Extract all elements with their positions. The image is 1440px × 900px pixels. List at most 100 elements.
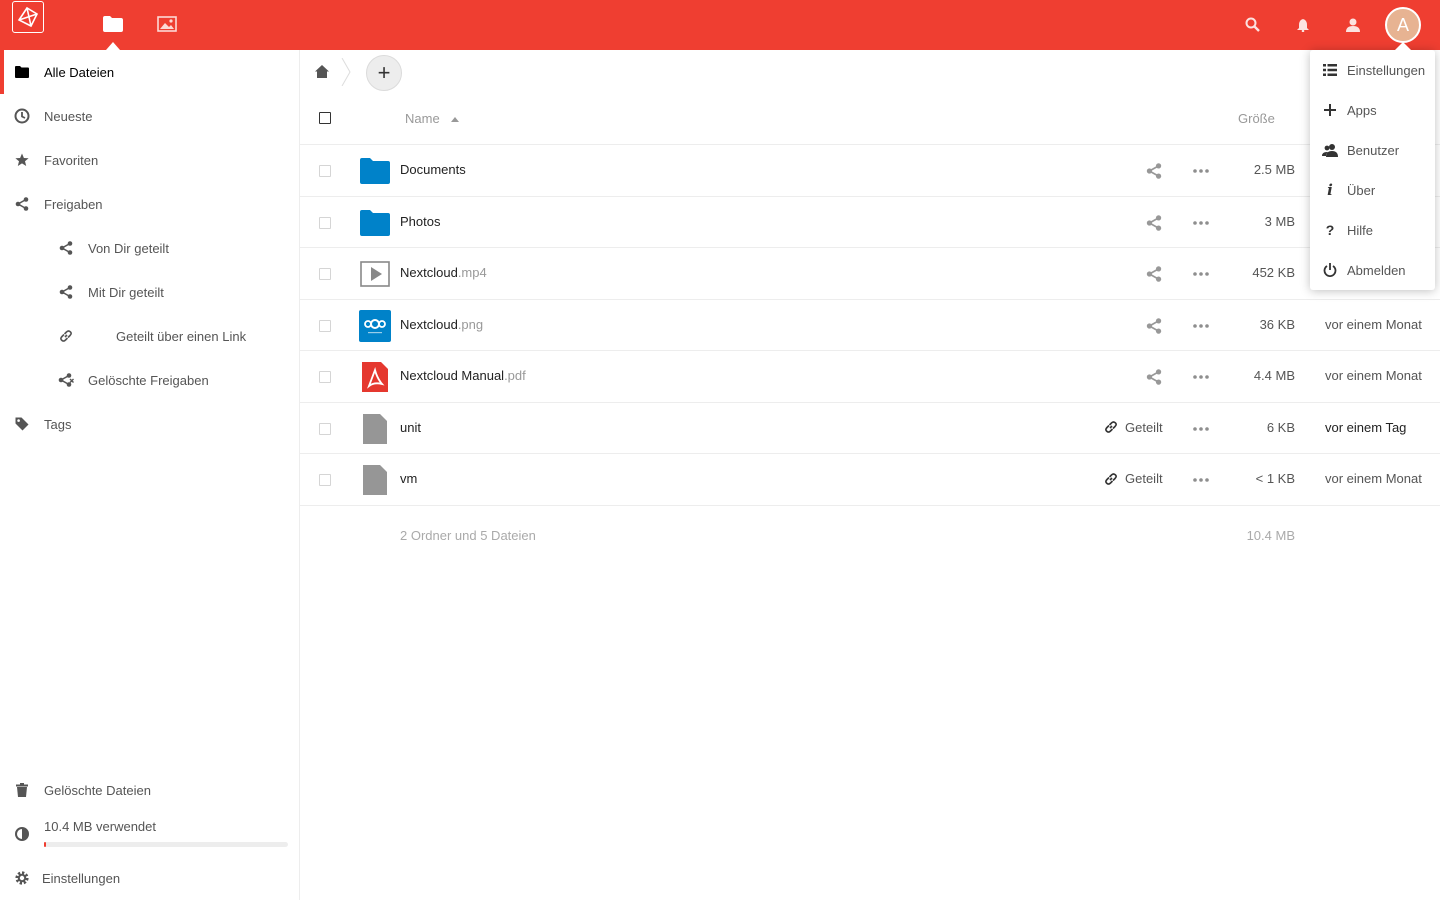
sidebar: Alle Dateien Neueste Favoriten Freigaben…: [0, 50, 300, 900]
shared-link-button[interactable]: Geteilt: [1104, 420, 1163, 435]
menu-item-logout[interactable]: Abmelden: [1310, 250, 1435, 290]
menu-item-label: Abmelden: [1347, 262, 1406, 278]
link-icon: [1104, 472, 1118, 486]
row-checkbox[interactable]: [319, 474, 331, 486]
share-icon[interactable]: [1146, 369, 1162, 385]
file-size: 452 KB: [1252, 265, 1295, 280]
table-row[interactable]: Photos 3 MB: [300, 197, 1440, 248]
table-row[interactable]: vm Geteilt < 1 KB vor einem Monat: [300, 454, 1440, 506]
menu-item-label: Hilfe: [1347, 222, 1374, 238]
sidebar-item-tags[interactable]: Tags: [0, 402, 299, 446]
shared-label: Geteilt: [1125, 419, 1163, 435]
file-size: 36 KB: [1259, 316, 1295, 332]
sidebar-item-shared-with-you[interactable]: Mit Dir geteilt: [0, 270, 299, 314]
share-icon[interactable]: [1146, 317, 1162, 334]
row-checkbox[interactable]: [319, 216, 331, 229]
row-checkbox[interactable]: [319, 319, 331, 332]
new-file-button[interactable]: +: [366, 55, 402, 91]
more-actions-icon[interactable]: [1193, 318, 1209, 334]
row-checkbox[interactable]: [319, 371, 331, 383]
star-icon: [14, 152, 30, 168]
file-date: vor einem Monat: [1325, 471, 1422, 486]
file-name[interactable]: vm: [400, 471, 417, 486]
column-size[interactable]: Größe: [1238, 111, 1275, 126]
menu-item-help[interactable]: ? Hilfe: [1310, 210, 1435, 250]
sidebar-item-all-files[interactable]: Alle Dateien: [0, 50, 299, 94]
share-icon: [14, 196, 30, 212]
sidebar-item-settings[interactable]: Einstellungen: [0, 856, 299, 900]
sidebar-item-recent[interactable]: Neueste: [0, 94, 299, 138]
plus-icon: [1322, 102, 1338, 118]
shared-label: Geteilt: [1125, 471, 1163, 486]
avatar[interactable]: A: [1385, 7, 1421, 43]
menu-item-label: Benutzer: [1347, 142, 1400, 158]
file-name[interactable]: Documents: [400, 162, 466, 177]
more-actions-icon[interactable]: [1193, 266, 1209, 282]
nextcloud-logo-icon[interactable]: [12, 1, 44, 33]
tag-icon: [14, 416, 30, 432]
menu-item-apps[interactable]: Apps: [1310, 90, 1435, 130]
sidebar-item-label: Gelöschte Freigaben: [88, 372, 209, 388]
sidebar-item-deleted-files[interactable]: Gelöschte Dateien: [0, 768, 299, 812]
file-name[interactable]: unit: [400, 420, 421, 435]
share-deleted-icon: [58, 372, 74, 388]
bell-icon[interactable]: [1293, 15, 1313, 35]
avatar-letter: A: [1396, 14, 1409, 35]
table-row[interactable]: unit Geteilt 6 KB vor einem Tag: [300, 403, 1440, 454]
menu-item-settings[interactable]: Einstellungen: [1310, 50, 1435, 90]
menu-caret: [1395, 42, 1411, 50]
file-size: 2.5 MB: [1253, 162, 1295, 177]
trash-icon: [14, 782, 30, 798]
file-date: vor einem Tag: [1325, 419, 1407, 435]
row-checkbox[interactable]: [319, 165, 331, 177]
more-actions-icon[interactable]: [1193, 163, 1209, 179]
table-row[interactable]: Documents 2.5 MB: [300, 145, 1440, 197]
sidebar-item-shared-by-you[interactable]: Von Dir geteilt: [0, 226, 299, 270]
file-name[interactable]: Photos: [400, 214, 440, 229]
generic-file-icon: [359, 413, 391, 445]
menu-item-about[interactable]: i Über: [1310, 170, 1435, 210]
deleted-files-label: Gelöschte Dateien: [44, 782, 151, 798]
clock-icon: [14, 108, 30, 124]
row-checkbox[interactable]: [319, 422, 331, 435]
more-actions-icon[interactable]: [1193, 369, 1209, 385]
users-icon: [1322, 142, 1338, 158]
sidebar-item-favorites[interactable]: Favoriten: [0, 138, 299, 182]
table-row[interactable]: Nextcloud Manual.pdf 4.4 MB vor einem Mo…: [300, 351, 1440, 403]
more-actions-icon[interactable]: [1193, 472, 1209, 488]
sidebar-item-shared-by-link[interactable]: Geteilt über einen Link: [0, 314, 299, 358]
more-actions-icon[interactable]: [1193, 421, 1209, 437]
column-name[interactable]: Name: [405, 111, 440, 126]
menu-item-users[interactable]: Benutzer: [1310, 130, 1435, 170]
help-icon: ?: [1325, 222, 1335, 238]
shared-link-button[interactable]: Geteilt: [1104, 471, 1163, 486]
sidebar-item-deleted-shares[interactable]: Gelöschte Freigaben: [0, 358, 299, 402]
search-icon[interactable]: [1243, 15, 1263, 35]
table-row[interactable]: Nextcloud.mp4 452 KB: [300, 248, 1440, 300]
file-name[interactable]: Nextcloud.png: [400, 317, 483, 332]
sidebar-item-label: Alle Dateien: [44, 64, 115, 80]
share-icon[interactable]: [1146, 163, 1162, 179]
plus-icon: +: [377, 60, 391, 85]
folder-icon: [359, 207, 391, 239]
sidebar-item-label: Mit Dir geteilt: [88, 284, 164, 300]
table-row[interactable]: Nextcloud.png 36 KB vor einem Monat: [300, 300, 1440, 351]
contacts-icon[interactable]: [1343, 15, 1363, 35]
file-name[interactable]: Nextcloud.mp4: [400, 265, 487, 280]
files-app-icon[interactable]: [102, 13, 124, 35]
file-name[interactable]: Nextcloud Manual.pdf: [400, 368, 526, 383]
sidebar-item-shares[interactable]: Freigaben: [0, 182, 299, 226]
generic-file-icon: [359, 464, 391, 496]
home-icon[interactable]: [314, 64, 330, 80]
file-date: vor einem Monat: [1325, 316, 1422, 332]
sidebar-item-label: Favoriten: [44, 152, 99, 168]
more-actions-icon[interactable]: [1193, 215, 1209, 231]
folder-icon: [359, 155, 391, 187]
row-checkbox[interactable]: [319, 268, 331, 280]
gallery-app-icon[interactable]: [156, 13, 178, 35]
video-file-icon: [359, 258, 391, 290]
select-all-checkbox[interactable]: [319, 112, 331, 124]
file-size: 4.4 MB: [1253, 368, 1295, 383]
share-icon[interactable]: [1146, 266, 1162, 282]
share-icon[interactable]: [1146, 214, 1162, 231]
